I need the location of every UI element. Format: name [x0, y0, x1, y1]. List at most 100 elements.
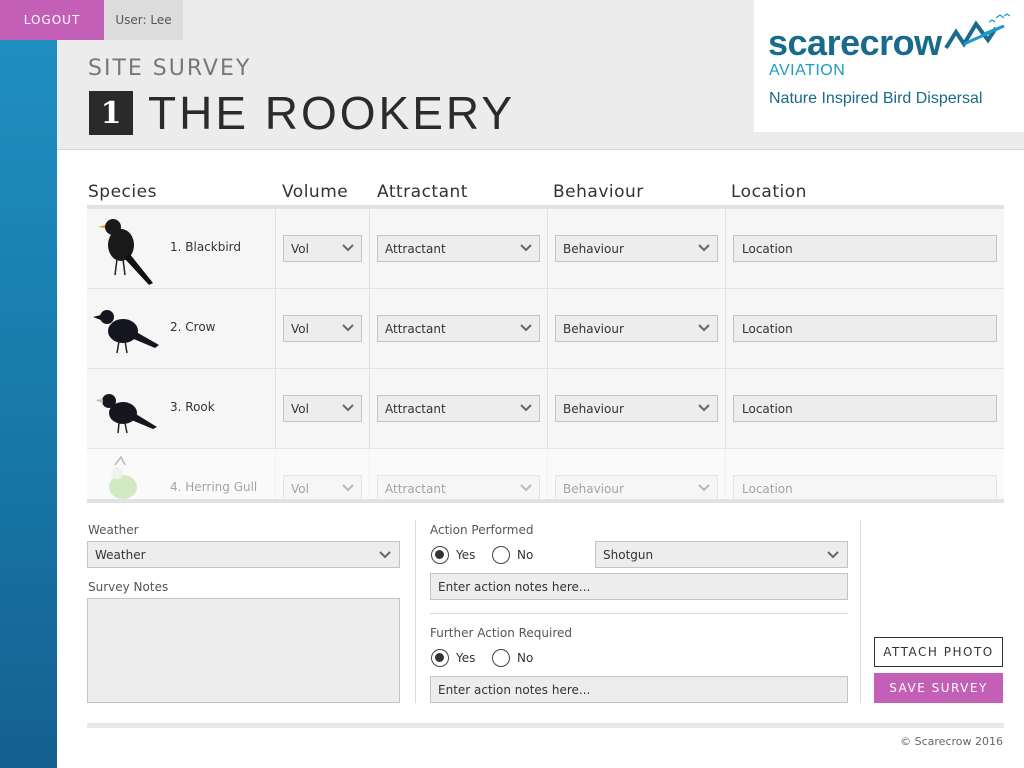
copyright: © Scarecrow 2016 [900, 735, 1003, 748]
select-value: Vol [291, 321, 309, 336]
select-value: Behaviour [563, 481, 624, 496]
chevron-down-icon [520, 404, 532, 412]
further-no-radio[interactable] [492, 649, 510, 667]
radio-label: Yes [456, 651, 476, 665]
species-name: 3. Rook [170, 400, 215, 414]
select-value: Vol [291, 481, 309, 496]
further-notes-input[interactable]: Enter action notes here... [430, 676, 848, 703]
save-survey-button[interactable]: SAVE SURVEY [874, 673, 1003, 703]
attractant-select[interactable]: Attractant [377, 315, 540, 342]
logout-button[interactable]: LOGOUT [0, 0, 104, 40]
select-value: Behaviour [563, 321, 624, 336]
rook-icon [95, 394, 157, 434]
select-value: Behaviour [563, 241, 624, 256]
behaviour-select[interactable]: Behaviour [555, 395, 718, 422]
column-divider [369, 449, 370, 499]
survey-notes-textarea[interactable] [87, 598, 400, 703]
column-divider [547, 289, 548, 369]
behaviour-select[interactable]: Behaviour [555, 475, 718, 499]
select-value: Vol [291, 401, 309, 416]
column-divider [725, 369, 726, 449]
chevron-down-icon [520, 324, 532, 332]
herring-gull-icon [109, 455, 137, 499]
logo-wordmark: scarecrow [768, 22, 942, 63]
column-divider [725, 449, 726, 499]
column-divider [547, 369, 548, 449]
select-value: Shotgun [603, 547, 654, 562]
column-divider [369, 369, 370, 449]
chevron-down-icon [342, 244, 354, 252]
volume-select[interactable]: Vol [283, 475, 362, 499]
select-value: Attractant [385, 481, 446, 496]
blackbird-icon [98, 219, 153, 285]
logo-subtitle: AVIATION [769, 62, 846, 79]
attractant-select[interactable]: Attractant [377, 475, 540, 499]
column-divider [725, 209, 726, 289]
sidebar [0, 40, 57, 768]
footer-divider [87, 723, 1004, 728]
attractant-select[interactable]: Attractant [377, 395, 540, 422]
behaviour-select[interactable]: Behaviour [555, 235, 718, 262]
section-title: SITE SURVEY [88, 56, 252, 81]
attach-photo-button[interactable]: ATTACH PHOTO [874, 637, 1003, 667]
location-input[interactable]: Location [733, 395, 997, 422]
table-row: 3. Rook Vol Attractant Behaviour Locatio… [87, 369, 1004, 449]
action-notes-input[interactable]: Enter action notes here... [430, 573, 848, 600]
section-divider [430, 613, 848, 614]
column-header-species: Species [88, 182, 157, 202]
volume-select[interactable]: Vol [283, 315, 362, 342]
column-divider [547, 209, 548, 289]
user-label: User: Lee [104, 0, 183, 40]
volume-select[interactable]: Vol [283, 395, 362, 422]
logo-birds-icon [944, 13, 1011, 50]
chevron-down-icon [342, 404, 354, 412]
species-table[interactable]: 1. Blackbird Vol Attractant Behaviour Lo… [87, 209, 1004, 499]
table-row: 1. Blackbird Vol Attractant Behaviour Lo… [87, 209, 1004, 289]
column-divider [275, 289, 276, 369]
attractant-select[interactable]: Attractant [377, 235, 540, 262]
chevron-down-icon [827, 551, 839, 559]
action-performed-label: Action Performed [430, 523, 534, 537]
species-name: 1. Blackbird [170, 240, 242, 254]
location-input[interactable]: Location [733, 475, 997, 499]
column-divider [860, 520, 861, 703]
action-yes-radio[interactable] [431, 546, 449, 564]
radio-label: Yes [456, 548, 476, 562]
brand-logo: scarecrow AVIATION Nature Inspired Bird … [754, 0, 1024, 132]
action-method-select[interactable]: Shotgun [595, 541, 848, 568]
select-value: Behaviour [563, 401, 624, 416]
species-name: 4. Herring Gull [170, 480, 258, 494]
action-no-radio[interactable] [492, 546, 510, 564]
column-divider [369, 289, 370, 369]
column-divider [369, 209, 370, 289]
table-row: 2. Crow Vol Attractant Behaviour Locatio… [87, 289, 1004, 369]
weather-select[interactable]: Weather [87, 541, 400, 568]
column-divider [275, 369, 276, 449]
further-yes-radio[interactable] [431, 649, 449, 667]
crow-icon [93, 310, 159, 354]
table-row: 4. Herring Gull Vol Attractant Behaviour… [87, 449, 1004, 499]
column-header-location: Location [731, 182, 807, 202]
chevron-down-icon [342, 484, 354, 492]
column-header-volume: Volume [282, 182, 349, 202]
chevron-down-icon [698, 404, 710, 412]
volume-select[interactable]: Vol [283, 235, 362, 262]
logo-tagline: Nature Inspired Bird Dispersal [769, 90, 983, 107]
column-divider [725, 289, 726, 369]
chevron-down-icon [698, 484, 710, 492]
column-divider [415, 520, 416, 703]
select-value: Vol [291, 241, 309, 256]
chevron-down-icon [342, 324, 354, 332]
radio-label: No [517, 651, 534, 665]
weather-label: Weather [88, 523, 139, 537]
location-input[interactable]: Location [733, 235, 997, 262]
page-title: THE ROOKERY [148, 87, 515, 139]
behaviour-select[interactable]: Behaviour [555, 315, 718, 342]
location-input[interactable]: Location [733, 315, 997, 342]
chevron-down-icon [698, 244, 710, 252]
chevron-down-icon [520, 244, 532, 252]
site-number-badge: 1 [89, 91, 133, 135]
chevron-down-icon [698, 324, 710, 332]
radio-label: No [517, 548, 534, 562]
survey-notes-label: Survey Notes [88, 580, 169, 594]
